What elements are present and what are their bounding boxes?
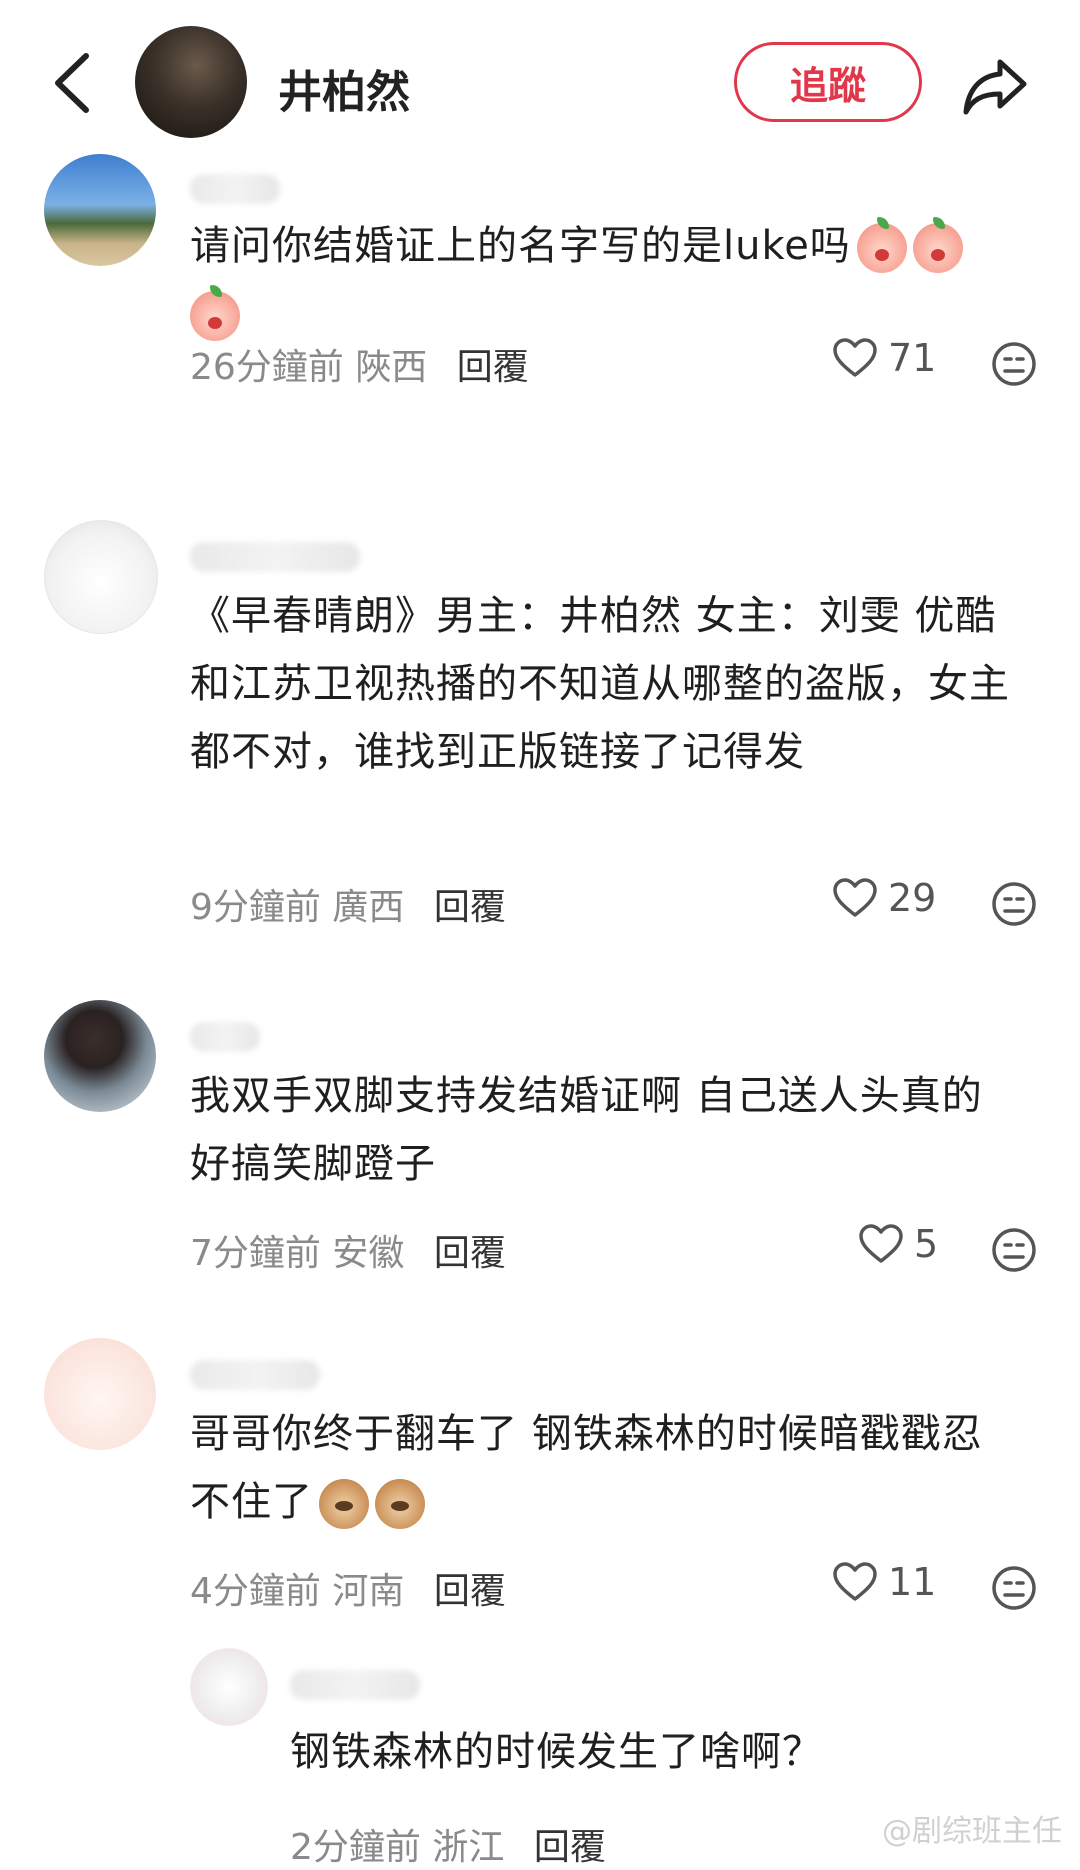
dislike-face-icon[interactable] <box>990 1564 1038 1612</box>
dislike-face-icon[interactable] <box>990 1226 1038 1274</box>
commenter-name-blurred[interactable] <box>190 542 360 572</box>
reply-button[interactable]: 回覆 <box>434 1571 506 1612</box>
reply-button[interactable]: 回覆 <box>534 1827 606 1868</box>
profile-name[interactable]: 井柏然 <box>278 56 410 120</box>
comment-text: 请问你结婚证上的名字写的是luke吗 <box>190 212 1010 348</box>
comment-time: 26分鐘前 <box>190 347 344 388</box>
share-icon[interactable] <box>960 50 1030 120</box>
comment-location: 陜西 <box>355 347 428 388</box>
peach-emoji-icon <box>856 217 907 273</box>
watermark: @剧综班主任 <box>882 1814 1062 1849</box>
comment-meta: 26分鐘前 陜西 回覆 <box>190 338 529 390</box>
commenter-avatar[interactable] <box>44 520 158 634</box>
comment-item: 请问你结婚证上的名字写的是luke吗 26分鐘前 陜西 回覆 71 <box>0 150 1080 450</box>
like-button[interactable]: 5 <box>858 1222 938 1266</box>
commenter-name-blurred[interactable] <box>190 1360 320 1390</box>
comment-text: 哥哥你终于翻车了 钢铁森林的时候暗戳戳忍不住了 <box>190 1400 1010 1536</box>
commenter-avatar[interactable] <box>44 1338 156 1450</box>
reply-button[interactable]: 回覆 <box>434 1233 506 1274</box>
heart-icon <box>859 1224 903 1263</box>
follow-button[interactable]: 追蹤 <box>734 42 922 122</box>
comment-time: 7分鐘前 <box>190 1233 321 1274</box>
comment-text-body: 哥哥你终于翻车了 钢铁森林的时候暗戳戳忍不住了 <box>190 1411 983 1525</box>
like-count: 29 <box>888 876 937 920</box>
comment-item: 《早春晴朗》男主：井柏然 女主：刘雯 优酷和江苏卫视热播的不知道从哪整的盗版，女… <box>0 520 1080 970</box>
commenter-name-blurred[interactable] <box>190 1022 260 1052</box>
dislike-face-icon[interactable] <box>990 340 1038 388</box>
profile-avatar[interactable] <box>135 26 247 138</box>
reply-meta: 2分鐘前 浙江 回覆 <box>290 1818 606 1870</box>
commenter-avatar[interactable] <box>44 1000 156 1112</box>
peach-emoji-icon <box>912 217 963 273</box>
top-bar: 井柏然 追蹤 <box>0 0 1080 170</box>
comment-meta: 7分鐘前 安徽 回覆 <box>190 1224 506 1276</box>
comment-time: 4分鐘前 <box>190 1571 321 1612</box>
commenter-name-blurred[interactable] <box>190 174 280 204</box>
like-button[interactable]: 29 <box>832 876 936 920</box>
comment-item: 哥哥你终于翻车了 钢铁森林的时候暗戳戳忍不住了 4分鐘前 河南 回覆 11 <box>0 1338 1080 1638</box>
heart-icon <box>833 338 877 377</box>
comment-location: 安徽 <box>332 1233 405 1274</box>
dislike-face-icon[interactable] <box>990 880 1038 928</box>
comment-location: 廣西 <box>332 887 405 928</box>
heart-icon <box>833 1562 877 1601</box>
like-count: 11 <box>888 1560 937 1604</box>
comment-text: 《早春晴朗》男主：井柏然 女主：刘雯 优酷和江苏卫视热播的不知道从哪整的盗版，女… <box>190 593 1010 775</box>
like-button[interactable]: 71 <box>832 336 936 380</box>
replier-avatar[interactable] <box>190 1648 268 1726</box>
comment-meta: 9分鐘前 廣西 回覆 <box>190 878 506 930</box>
back-arrow-icon[interactable] <box>48 48 98 118</box>
reply-time: 2分鐘前 <box>290 1827 421 1868</box>
heart-icon <box>833 878 877 917</box>
like-count: 5 <box>914 1222 939 1266</box>
dog-emoji-icon <box>375 1479 425 1529</box>
comment-item: 我双手双脚支持发结婚证啊 自己送人头真的好搞笑脚蹬子 7分鐘前 安徽 回覆 5 <box>0 1000 1080 1300</box>
reply-text: 钢铁森林的时候发生了啥啊？ <box>290 1729 823 1775</box>
commenter-avatar[interactable] <box>44 154 156 266</box>
reply-button[interactable]: 回覆 <box>434 887 506 928</box>
like-count: 71 <box>888 336 937 380</box>
comment-time: 9分鐘前 <box>190 887 321 928</box>
like-button[interactable]: 11 <box>832 1560 936 1604</box>
dog-emoji-icon <box>319 1479 369 1529</box>
comment-location: 河南 <box>332 1571 405 1612</box>
comment-meta: 4分鐘前 河南 回覆 <box>190 1562 506 1614</box>
replier-name-blurred[interactable] <box>290 1670 420 1700</box>
peach-emoji-icon <box>190 285 240 341</box>
reply-button[interactable]: 回覆 <box>457 347 529 388</box>
comment-text-body: 请问你结婚证上的名字写的是luke吗 <box>190 223 851 269</box>
reply-location: 浙江 <box>432 1827 505 1868</box>
comment-text: 我双手双脚支持发结婚证啊 自己送人头真的好搞笑脚蹬子 <box>190 1073 983 1187</box>
